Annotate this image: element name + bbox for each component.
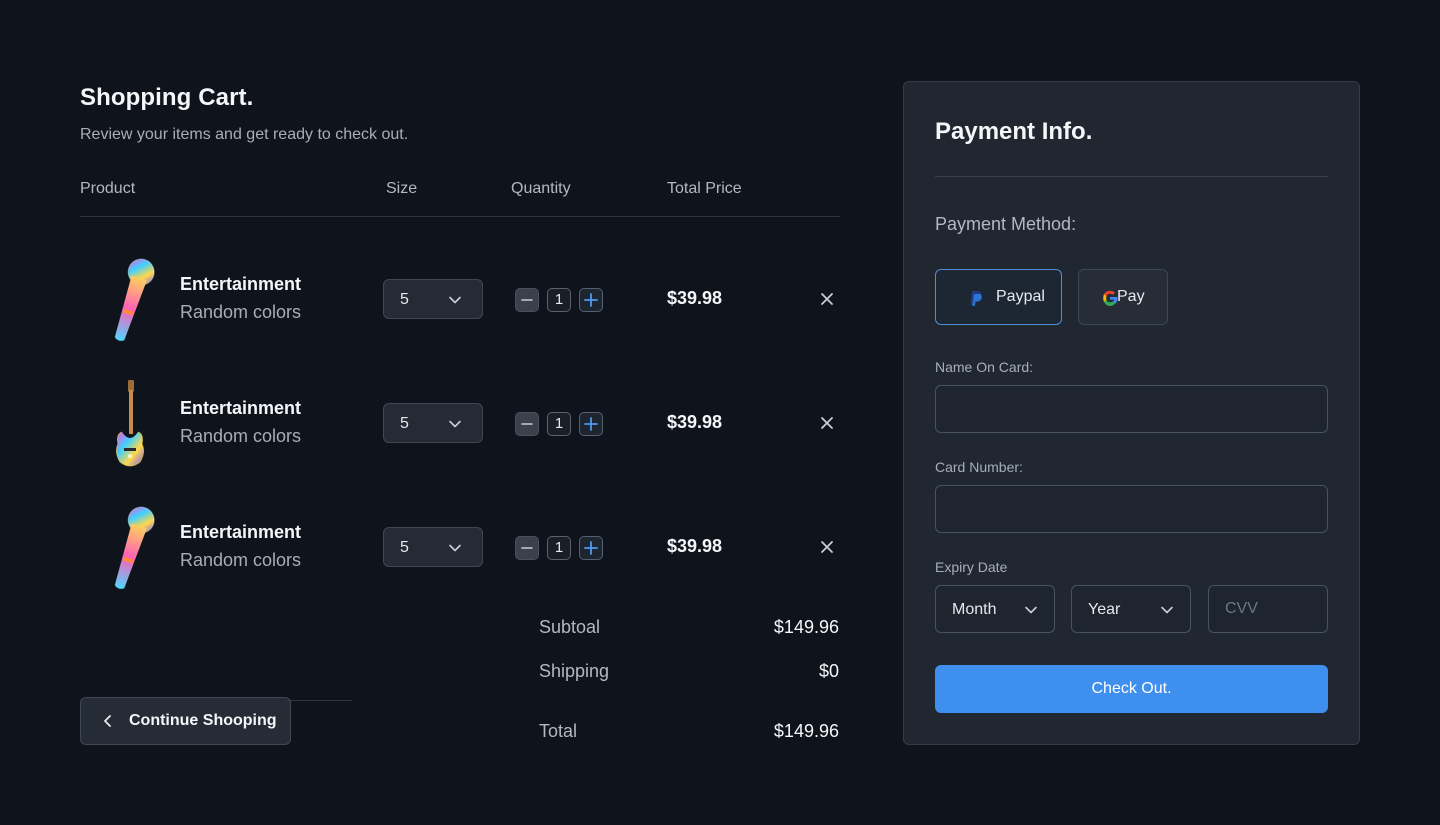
product-variant: Random colors	[180, 426, 302, 446]
decrease-quantity-button[interactable]	[515, 412, 539, 436]
payment-divider	[935, 176, 1328, 177]
chevron-down-icon	[1161, 606, 1173, 614]
item-total-price: $39.98	[667, 412, 723, 432]
expiry-year-select[interactable]: Year	[1071, 585, 1191, 633]
total-label: Total	[539, 721, 578, 741]
chevron-down-icon	[1025, 606, 1037, 614]
subtotal-amount: $149.96	[773, 617, 839, 637]
product-variant: Random colors	[180, 302, 302, 322]
minus-icon	[521, 547, 533, 549]
cart-subtitle: Review your items and get ready to check…	[80, 126, 409, 143]
size-select[interactable]: 5	[383, 279, 483, 319]
size-select[interactable]: 5	[383, 403, 483, 443]
decrease-quantity-button[interactable]	[515, 288, 539, 312]
size-value: 5	[400, 415, 409, 432]
increase-quantity-button[interactable]	[579, 536, 603, 560]
column-size: Size	[386, 180, 418, 197]
total-amount: $149.96	[773, 721, 839, 741]
cvv-input[interactable]	[1208, 585, 1328, 633]
order-summary: Subtoal $149.96 Shipping $0 Total $149.9…	[539, 617, 839, 741]
microphone-icon	[102, 500, 158, 596]
column-product: Product	[80, 180, 136, 197]
close-icon	[821, 417, 833, 429]
payment-method-label: Payment Method:	[935, 214, 1077, 234]
chevron-down-icon	[449, 420, 461, 428]
name-on-card-input[interactable]	[935, 385, 1328, 433]
expiry-date-label: Expiry Date	[935, 559, 1008, 575]
product-name: Entertainment	[180, 274, 302, 294]
google-pay-label: Pay	[1117, 288, 1145, 305]
expiry-month-select[interactable]: Month	[935, 585, 1055, 633]
minus-icon	[521, 423, 533, 425]
increase-quantity-button[interactable]	[579, 412, 603, 436]
quantity-value[interactable]: 1	[547, 412, 571, 436]
product-name: Entertainment	[180, 522, 302, 542]
subtotal-label: Subtoal	[539, 617, 601, 637]
size-value: 5	[400, 291, 409, 308]
google-pay-method-button[interactable]: Pay	[1078, 269, 1168, 325]
item-total-price: $39.98	[667, 536, 723, 556]
size-value: 5	[400, 539, 409, 556]
size-select[interactable]: 5	[383, 527, 483, 567]
cart-row: Entertainment Random colors 5 1 $39.98	[80, 252, 840, 376]
cart-table-header: Product Size Quantity Total Price	[80, 180, 840, 217]
column-quantity: Quantity	[511, 180, 571, 197]
microphone-icon	[102, 252, 158, 348]
plus-icon	[584, 293, 598, 307]
plus-icon	[584, 417, 598, 431]
product-name: Entertainment	[180, 398, 302, 418]
subtotal-line: Subtoal $149.96	[539, 617, 839, 661]
payment-panel: Payment Info. Payment Method: Paypal Pay…	[903, 81, 1360, 745]
shipping-label: Shipping	[539, 661, 610, 681]
increase-quantity-button[interactable]	[579, 288, 603, 312]
shipping-amount: $0	[818, 661, 839, 681]
shopping-cart: Shopping Cart. Review your items and get…	[80, 84, 840, 745]
expiry-year-value: Year	[1088, 601, 1121, 618]
chevron-down-icon	[449, 544, 461, 552]
guitar-icon	[102, 376, 158, 472]
cart-items: Entertainment Random colors 5 1 $39.98 E…	[80, 252, 840, 624]
card-number-input[interactable]	[935, 485, 1328, 533]
payment-title: Payment Info.	[935, 118, 1093, 145]
plus-icon	[584, 541, 598, 555]
cart-row: Entertainment Random colors 5 1 $39.98	[80, 376, 840, 500]
remove-item-button[interactable]	[818, 290, 836, 308]
chevron-down-icon	[449, 296, 461, 304]
paypal-icon	[966, 288, 986, 308]
close-icon	[821, 541, 833, 553]
close-icon	[821, 293, 833, 305]
minus-icon	[521, 299, 533, 301]
expiry-month-value: Month	[952, 601, 997, 618]
decrease-quantity-button[interactable]	[515, 536, 539, 560]
paypal-method-button[interactable]: Paypal	[935, 269, 1062, 325]
column-total-price: Total Price	[667, 180, 742, 197]
item-total-price: $39.98	[667, 288, 723, 308]
continue-shopping-label: Continue Shooping	[129, 712, 277, 729]
card-number-label: Card Number:	[935, 459, 1023, 475]
checkout-button[interactable]: Check Out.	[935, 665, 1328, 713]
name-on-card-label: Name On Card:	[935, 359, 1034, 375]
cart-title: Shopping Cart.	[80, 84, 254, 111]
cart-row: Entertainment Random colors 5 1 $39.98	[80, 500, 840, 624]
remove-item-button[interactable]	[818, 538, 836, 556]
chevron-left-icon	[104, 715, 111, 727]
quantity-value[interactable]: 1	[547, 536, 571, 560]
continue-shopping-button[interactable]: Continue Shooping	[80, 697, 291, 745]
product-variant: Random colors	[180, 550, 302, 570]
quantity-value[interactable]: 1	[547, 288, 571, 312]
paypal-label: Paypal	[996, 288, 1045, 305]
remove-item-button[interactable]	[818, 414, 836, 432]
shipping-line: Shipping $0	[539, 661, 839, 705]
